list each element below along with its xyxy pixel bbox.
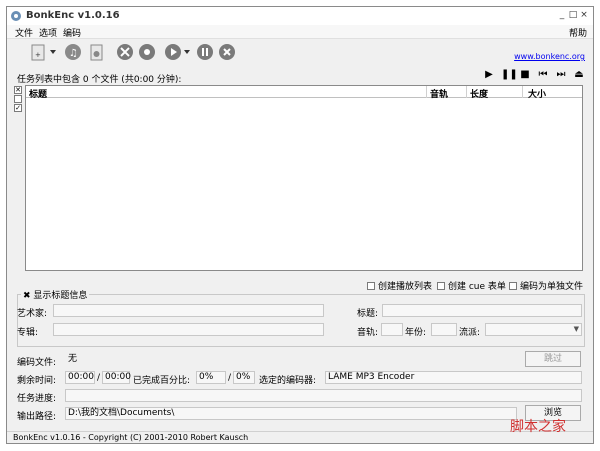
app-icon [11,11,21,21]
skip-button[interactable]: 跳过 [525,351,581,367]
column-size[interactable]: 大小 [528,87,546,100]
genre-select[interactable]: ▼ [485,323,582,336]
encode-single-label: 编码为单独文件 [520,282,584,292]
encode-single-option[interactable]: 编码为单独文件 [509,279,583,292]
track-label: 音轨: [357,328,379,338]
menu-file[interactable]: 文件 [15,26,33,39]
encoding-file-label: 编码文件: [17,358,57,368]
disc-icon[interactable] [87,42,107,62]
time-separator: / [97,373,101,383]
dropdown-icon[interactable] [49,48,57,56]
create-playlist-label: 创建播放列表 [378,282,433,292]
year-field[interactable] [431,323,457,336]
toolbar: + ♫ www.bonkenc.org [7,39,593,65]
menu-options[interactable]: 选项 [39,26,57,39]
time-left-label: 剩余时间: [17,376,57,386]
create-playlist-checkbox[interactable] [367,281,375,290]
minimize-button[interactable]: _ [557,9,567,21]
create-cue-label: 创建 cue 表单 [448,282,506,292]
menu-help[interactable]: 帮助 [569,26,587,39]
encoder-label: 选定的编码器: [259,376,317,386]
artist-field[interactable] [53,304,324,317]
column-track[interactable]: 音轨 [430,87,448,100]
play-icon[interactable] [163,42,183,62]
list-select-controls: ✕ ✓ [14,86,22,113]
add-file-icon[interactable]: + [29,42,49,62]
next-track-icon[interactable]: ⏭ [555,69,567,81]
encoding-file-field: 无 [65,353,517,366]
copyright-text: BonkEnc v1.0.16 - Copyright (C) 2001-201… [13,433,249,442]
select-all-checkbox[interactable]: ✓ [14,104,22,112]
album-field[interactable] [53,323,324,336]
year-label: 年份: [405,328,427,338]
close-icon[interactable] [217,42,237,62]
create-playlist-option[interactable]: 创建播放列表 [367,279,432,292]
select-none-checkbox[interactable] [14,95,22,103]
album-label: 专辑: [17,328,39,338]
file-list-header: 标题 音轨 长度 大小 [26,86,582,100]
output-path-field[interactable]: D:\我的文档\Documents\ [65,407,517,420]
cddb-icon[interactable]: ♫ [63,42,83,62]
title-label: 标题: [357,309,379,319]
encoder-field: LAME MP3 Encoder [325,371,582,384]
percent-total-field: 0% [233,371,255,384]
app-window: BonkEnc v1.0.16 _ □ × 文件 选项 编码 帮助 + ♫ ww… [6,6,594,444]
window-title: BonkEnc v1.0.16 [26,10,120,21]
dropdown-icon[interactable] [183,48,191,56]
task-progress-label: 任务进度: [17,394,57,404]
maximize-button[interactable]: □ [568,9,578,21]
artist-label: 艺术家: [17,309,48,319]
gear-icon[interactable] [137,42,157,62]
time-total-field: 00:00 [102,371,131,384]
file-list[interactable]: 标题 音轨 长度 大小 [25,85,583,271]
config-icon[interactable] [115,42,135,62]
pause-icon[interactable] [195,42,215,62]
status-bar: BonkEnc v1.0.16 - Copyright (C) 2001-201… [7,431,593,443]
stop-icon[interactable]: ■ [519,69,531,81]
eject-icon[interactable]: ⏏ [573,69,585,81]
watermark-logo: 脚本之家 [510,419,566,435]
genre-label: 流派: [459,328,481,338]
output-path-label: 输出路径: [17,412,57,422]
track-field[interactable] [381,323,403,336]
column-length[interactable]: 长度 [470,87,488,100]
time-left-field: 00:00 [65,371,95,384]
create-cue-checkbox[interactable] [437,281,445,290]
show-tag-info-toggle[interactable]: ✖ 显示标题信息 [21,288,90,301]
menu-encode[interactable]: 编码 [63,26,81,39]
encode-single-checkbox[interactable] [509,281,517,290]
column-title[interactable]: 标题 [29,87,47,100]
create-cue-option[interactable]: 创建 cue 表单 [437,279,506,292]
transport-controls: ▶ ❚❚ ■ ⏮ ⏭ ⏏ [483,69,585,81]
percent-done-field: 0% [196,371,226,384]
joblist-summary: 任务列表中包含 0 个文件 (共0:00 分钟): [17,75,182,85]
task-progress-bar [65,389,582,402]
title-bar[interactable]: BonkEnc v1.0.16 _ □ × [7,7,593,25]
tag-info-group [17,294,585,347]
chevron-down-icon: ▼ [573,325,579,333]
play-icon[interactable]: ▶ [483,69,495,81]
close-window-button[interactable]: × [579,9,589,21]
website-link[interactable]: www.bonkenc.org [514,52,585,61]
title-field[interactable] [382,304,582,317]
percent-label: 已完成百分比: [133,376,191,386]
percent-separator: / [228,373,232,383]
menu-bar: 文件 选项 编码 帮助 [7,25,593,39]
svg-text:♫: ♫ [69,48,78,59]
deselect-all-checkbox[interactable]: ✕ [14,86,22,94]
previous-track-icon[interactable]: ⏮ [537,69,549,81]
svg-text:+: + [35,51,41,59]
pause-icon[interactable]: ❚❚ [501,69,518,81]
